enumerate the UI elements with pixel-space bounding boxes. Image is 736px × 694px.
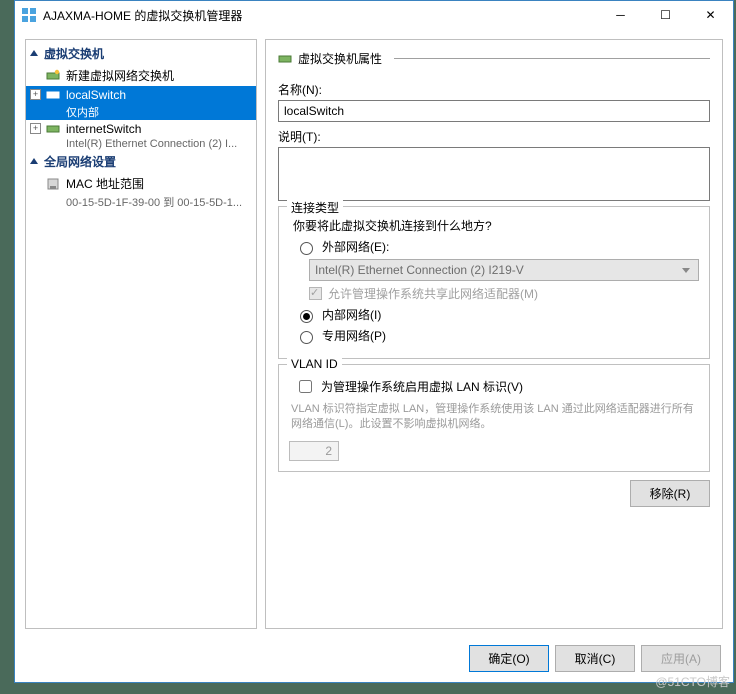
name-input[interactable] — [278, 100, 710, 122]
close-button[interactable]: ✕ — [688, 1, 733, 29]
minimize-button[interactable]: ─ — [598, 1, 643, 29]
radio-internal-input[interactable] — [300, 310, 313, 323]
vlan-enable-checkbox[interactable]: 为管理操作系统启用虚拟 LAN 标识(V) — [295, 377, 699, 396]
radio-internal-label: 内部网络(I) — [322, 306, 381, 323]
tree-item-mac-sub[interactable]: 00-15-5D-1F-39-00 到 00-15-5D-1... — [26, 194, 256, 210]
connection-question: 你要将此虚拟交换机连接到什么地方? — [293, 217, 699, 234]
vlan-help-text: VLAN 标识符指定虚拟 LAN，管理操作系统使用该 LAN 通过此网络适配器进… — [291, 402, 697, 433]
tree-item-label: internetSwitch — [66, 122, 141, 136]
new-switch-icon — [46, 69, 60, 83]
radio-private-input[interactable] — [300, 331, 313, 344]
apply-button: 应用(A) — [641, 645, 721, 672]
maximize-button[interactable]: ☐ — [643, 1, 688, 29]
radio-internal[interactable]: 内部网络(I) — [295, 306, 699, 323]
radio-external-label: 外部网络(E): — [322, 238, 389, 255]
radio-external-input[interactable] — [300, 242, 313, 255]
ok-button[interactable]: 确定(O) — [469, 645, 549, 672]
external-adapter-select: Intel(R) Ethernet Connection (2) I219-V — [309, 259, 699, 281]
group-legend: 连接类型 — [287, 199, 343, 216]
tree-item-label: MAC 地址范围 — [66, 175, 144, 192]
cancel-button[interactable]: 取消(C) — [555, 645, 635, 672]
titlebar[interactable]: AJAXMA-HOME 的虚拟交换机管理器 ─ ☐ ✕ — [15, 1, 733, 29]
tree-item-mac-range[interactable]: MAC 地址范围 — [26, 173, 256, 194]
tree-group-global[interactable]: 全局网络设置 — [26, 150, 256, 173]
desc-label: 说明(T): — [278, 128, 710, 145]
radio-private-label: 专用网络(P) — [322, 327, 386, 344]
desc-textarea[interactable] — [278, 147, 710, 201]
switch-icon — [46, 88, 60, 102]
expand-icon[interactable]: + — [30, 89, 41, 100]
divider — [394, 58, 710, 59]
tree-panel: 虚拟交换机 新建虚拟网络交换机 + localSwitch 仅内部 + inte… — [25, 39, 257, 629]
properties-panel: 虚拟交换机属性 名称(N): 说明(T): 连接类型 你要将此虚拟交换机连接到什… — [265, 39, 723, 629]
section-title-text: 虚拟交换机属性 — [298, 50, 382, 67]
vlan-id-input — [289, 441, 339, 461]
dialog-buttons: 确定(O) 取消(C) 应用(A) — [15, 639, 733, 682]
vlan-enable-input[interactable] — [299, 380, 312, 393]
share-adapter-checkbox: 允许管理操作系统共享此网络适配器(M) — [309, 285, 699, 302]
tree-item-internetswitch-sub[interactable]: Intel(R) Ethernet Connection (2) I... — [26, 138, 256, 150]
watermark: @51CTO博客 — [655, 673, 730, 690]
name-label: 名称(N): — [278, 81, 710, 98]
tree-item-label: localSwitch — [66, 88, 126, 102]
tree-item-localswitch-sub[interactable]: 仅内部 — [26, 104, 256, 120]
nic-icon — [46, 177, 60, 191]
switch-icon — [278, 52, 292, 66]
section-header: 虚拟交换机属性 — [278, 50, 710, 67]
radio-external[interactable]: 外部网络(E): — [295, 238, 699, 255]
tree-item-internetswitch[interactable]: + internetSwitch — [26, 120, 256, 138]
tree-group-vswitches[interactable]: 虚拟交换机 — [26, 42, 256, 65]
remove-button[interactable]: 移除(R) — [630, 480, 710, 507]
expand-icon[interactable]: + — [30, 123, 41, 134]
checkbox-icon — [309, 287, 322, 300]
tree-item-new-switch[interactable]: 新建虚拟网络交换机 — [26, 65, 256, 86]
app-icon — [21, 7, 37, 23]
vswitch-manager-window: AJAXMA-HOME 的虚拟交换机管理器 ─ ☐ ✕ 虚拟交换机 新建虚拟网络… — [14, 0, 734, 683]
group-legend: VLAN ID — [287, 357, 342, 371]
tree-item-localswitch[interactable]: + localSwitch — [26, 86, 256, 104]
vlan-group: VLAN ID 为管理操作系统启用虚拟 LAN 标识(V) VLAN 标识符指定… — [278, 364, 710, 472]
connection-type-group: 连接类型 你要将此虚拟交换机连接到什么地方? 外部网络(E): Intel(R)… — [278, 206, 710, 359]
switch-icon — [46, 122, 60, 136]
tree-item-label: 新建虚拟网络交换机 — [66, 67, 174, 84]
window-title: AJAXMA-HOME 的虚拟交换机管理器 — [43, 7, 598, 24]
radio-private[interactable]: 专用网络(P) — [295, 327, 699, 344]
